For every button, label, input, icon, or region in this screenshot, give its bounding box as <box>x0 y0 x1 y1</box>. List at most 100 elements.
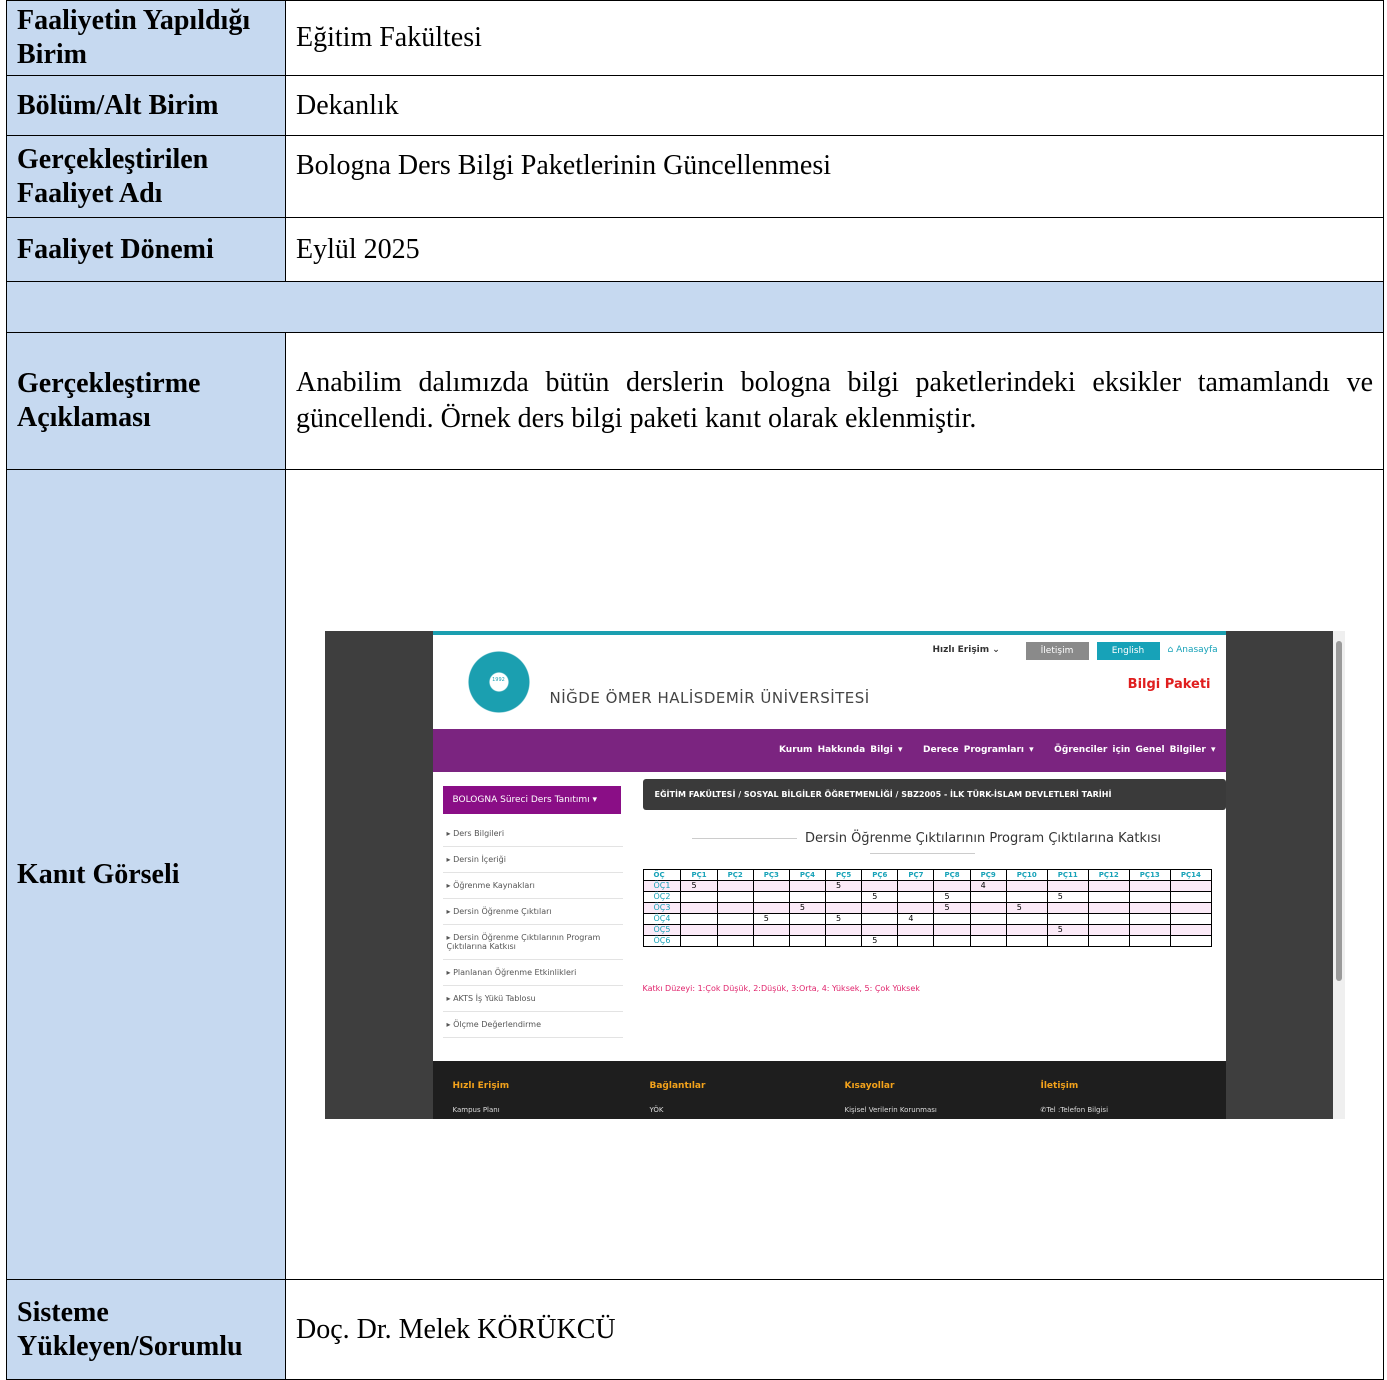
menu-kurum[interactable]: Kurum Hakkında Bilgi ▾ <box>779 745 903 755</box>
matrix-cell <box>680 923 718 936</box>
unit-value: Eğitim Fakültesi <box>285 0 1384 76</box>
evidence-screenshot: Hızlı Erişim ⌄ İletişim English ⌂ Anasay… <box>324 630 1345 1119</box>
contribution-matrix: ÖÇ PÇ1 PÇ2 PÇ3 PÇ4 PÇ5 PÇ6 PÇ7 PÇ8 PÇ9 PÇ10 PÇ11 PÇ1… <box>642 868 1212 947</box>
matrix-cell <box>1005 934 1048 947</box>
matrix-cell <box>788 934 827 947</box>
matrix-cell: 5 <box>933 901 971 914</box>
matrix-cell <box>716 934 754 947</box>
side-item-ogrenme-ciktilari[interactable]: ▸ Dersin Öğrenme Çıktıları <box>442 899 623 925</box>
matrix-header-cell: PÇ8 <box>933 868 971 881</box>
matrix-cell <box>1169 879 1212 892</box>
matrix-cell <box>897 901 935 914</box>
matrix-cell <box>680 890 718 903</box>
matrix-cell: 4 <box>897 912 935 925</box>
matrix-cell <box>1005 879 1048 892</box>
activity-form-table: Faaliyetin Yapıldığı Birim Eğitim Fakült… <box>6 0 1384 1380</box>
matrix-cell: 5 <box>933 890 971 903</box>
matrix-cell <box>933 879 971 892</box>
menu-ogrenciler[interactable]: Öğrenciler için Genel Bilgiler ▾ <box>1054 745 1215 755</box>
description-label: Gerçekleştirme Açıklaması <box>6 332 286 470</box>
matrix-cell: 5 <box>1046 923 1089 936</box>
side-item-dersin-icerigi[interactable]: ▸ Dersin İçeriği <box>442 847 623 873</box>
matrix-row: ÖÇ1 5 5 4 <box>642 879 1212 892</box>
matrix-cell: 5 <box>1005 901 1048 914</box>
matrix-row: ÖÇ4 5 5 4 <box>642 912 1212 925</box>
matrix-cell <box>1046 901 1089 914</box>
matrix-cell <box>1128 901 1171 914</box>
matrix-cell: 5 <box>1046 890 1089 903</box>
matrix-cell <box>1128 890 1171 903</box>
matrix-row-label: ÖÇ1 <box>642 879 682 892</box>
footer-head-shortcuts: Kısayollar <box>844 1080 895 1091</box>
matrix-cell: 5 <box>825 879 863 892</box>
matrix-cell <box>1005 890 1048 903</box>
side-item-program-katkisi[interactable]: ▸ Dersin Öğrenme Çıktılarının Program Çı… <box>442 925 623 960</box>
matrix-header-cell: ÖÇ <box>642 868 682 881</box>
matrix-cell <box>897 879 935 892</box>
matrix-cell <box>788 879 827 892</box>
footer-head-contact: İletişim <box>1040 1080 1079 1091</box>
matrix-header-cell: PÇ9 <box>969 868 1007 881</box>
matrix-header-cell: PÇ5 <box>825 868 863 881</box>
matrix-cell <box>825 934 863 947</box>
matrix-cell <box>1169 890 1212 903</box>
scrollbar-thumb[interactable] <box>1335 640 1342 981</box>
matrix-cell: 5 <box>825 912 863 925</box>
matrix-cell <box>716 912 754 925</box>
matrix-cell <box>788 890 827 903</box>
university-name: NİĞDE ÖMER HALİSDEMİR ÜNİVERSİTESİ <box>549 688 870 707</box>
menu-derece[interactable]: Derece Programları ▾ <box>923 745 1034 755</box>
side-item-olcme[interactable]: ▸ Ölçme Değerlendirme <box>442 1012 623 1038</box>
matrix-cell <box>1087 879 1130 892</box>
matrix-cell <box>1128 879 1171 892</box>
matrix-cell <box>825 901 863 914</box>
matrix-cell <box>969 901 1007 914</box>
matrix-header-cell: PÇ1 <box>680 868 718 881</box>
side-nav: ▸ Ders Bilgileri ▸ Dersin İçeriği ▸ Öğre… <box>442 821 623 1038</box>
side-item-ogrenme-etkinlikleri[interactable]: ▸ Planlanan Öğrenme Etkinlikleri <box>442 960 623 986</box>
side-item-akts[interactable]: ▸ AKTS İş Yükü Tablosu <box>442 986 623 1012</box>
footer-link-kvkk[interactable]: Kişisel Verilerin Korunması <box>845 1106 937 1114</box>
home-link[interactable]: ⌂ Anasayfa <box>1168 645 1218 655</box>
matrix-cell <box>1046 879 1089 892</box>
bologna-menu-button[interactable]: BOLOGNA Süreci Ders Tanıtımı ▾ <box>442 785 621 814</box>
footer-link-yok[interactable]: YÖK <box>650 1106 664 1114</box>
quick-access-dropdown[interactable]: Hızlı Erişim ⌄ <box>933 645 1000 655</box>
matrix-header-cell: PÇ4 <box>788 868 827 881</box>
matrix-cell <box>1169 912 1212 925</box>
activity-value: Bologna Ders Bilgi Paketlerinin Güncelle… <box>285 135 1384 218</box>
footer-head-links: Bağlantılar <box>649 1080 706 1091</box>
matrix-row-label: ÖÇ3 <box>642 901 682 914</box>
matrix-cell <box>752 901 790 914</box>
matrix-cell <box>1087 934 1130 947</box>
matrix-cell <box>752 934 790 947</box>
scrollbar[interactable] <box>1332 630 1345 1119</box>
evidence-label: Kanıt Görseli <box>6 469 286 1280</box>
side-item-ders-bilgileri[interactable]: ▸ Ders Bilgileri <box>442 821 623 847</box>
matrix-header-cell: PÇ14 <box>1169 868 1212 881</box>
contact-button[interactable]: İletişim <box>1025 641 1089 660</box>
footer-link-campus[interactable]: Kampus Planı <box>453 1106 500 1114</box>
matrix-header-cell: PÇ6 <box>861 868 899 881</box>
matrix-legend: Katkı Düzeyi: 1:Çok Düşük, 2:Düşük, 3:Or… <box>642 983 920 993</box>
english-button[interactable]: English <box>1096 641 1160 660</box>
footer-contact-phone: ✆Tel :Telefon Bilgisi <box>1040 1105 1109 1114</box>
matrix-header-cell: PÇ2 <box>716 868 754 881</box>
matrix-cell <box>752 890 790 903</box>
matrix-header-cell: PÇ7 <box>897 868 935 881</box>
activity-label: Gerçekleştirilen Faaliyet Adı <box>6 135 286 218</box>
matrix-cell <box>1005 912 1048 925</box>
matrix-cell <box>825 923 863 936</box>
matrix-cell: 4 <box>969 879 1007 892</box>
matrix-cell <box>1087 890 1130 903</box>
matrix-row: ÖÇ6 5 <box>642 934 1212 947</box>
matrix-header-cell: PÇ12 <box>1087 868 1130 881</box>
matrix-cell <box>1046 912 1089 925</box>
matrix-cell <box>1087 923 1130 936</box>
matrix-cell <box>933 934 971 947</box>
main-nav-bar: Kurum Hakkında Bilgi ▾ Derece Programlar… <box>432 728 1226 772</box>
matrix-cell <box>897 934 935 947</box>
side-item-ogrenme-kaynaklari[interactable]: ▸ Öğrenme Kaynakları <box>442 873 623 899</box>
matrix-cell <box>969 934 1007 947</box>
matrix-cell <box>752 879 790 892</box>
